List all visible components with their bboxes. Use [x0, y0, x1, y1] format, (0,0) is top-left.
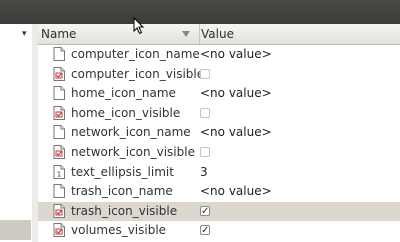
expander-icon[interactable]: ▾ — [22, 29, 27, 39]
key-name: volumes_visible — [71, 223, 167, 238]
directory-tree-pane[interactable]: ▾ — [0, 24, 33, 242]
window-title-bar — [0, 0, 400, 24]
key-name: network_icon_name — [71, 125, 191, 140]
key-row[interactable]: computer_icon_visible — [38, 65, 400, 84]
boolean-key-icon — [53, 66, 65, 81]
key-name: trash_icon_visible — [71, 203, 178, 218]
key-name: home_icon_name — [71, 86, 176, 101]
key-name: computer_icon_visible — [71, 66, 205, 81]
column-header-value[interactable]: Value — [200, 24, 397, 44]
boolean-key-icon — [53, 203, 65, 218]
key-name: home_icon_visible — [71, 105, 181, 120]
boolean-key-icon — [53, 145, 65, 159]
key-row[interactable]: home_icon_visible — [38, 104, 400, 123]
key-row[interactable]: network_icon_name <no value> — [38, 123, 400, 142]
key-row[interactable]: computer_icon_name <no value> — [38, 45, 400, 64]
key-value[interactable]: <no value> — [200, 84, 272, 103]
selected-directory-row[interactable] — [0, 220, 31, 240]
list-header: Name Value — [38, 24, 400, 45]
key-name: network_icon_visible — [71, 145, 195, 159]
integer-key-icon: 1 — [53, 164, 65, 179]
key-row[interactable]: network_icon_visible — [38, 143, 400, 162]
svg-text:1: 1 — [57, 170, 61, 178]
key-name: text_ellipsis_limit — [71, 164, 174, 179]
string-key-icon — [53, 47, 65, 61]
key-row[interactable]: trash_icon_visible ✓ — [38, 201, 400, 221]
string-key-icon — [53, 125, 65, 140]
key-row[interactable]: 1 text_ellipsis_limit 3 — [38, 163, 400, 182]
value-checkbox[interactable] — [200, 107, 210, 118]
keys-list[interactable]: Name Value computer_icon_name <no value> c… — [32, 24, 400, 242]
value-checkbox[interactable]: ✓ — [200, 225, 210, 236]
string-key-icon — [53, 184, 65, 199]
value-checkbox[interactable] — [200, 147, 210, 157]
string-key-icon — [53, 86, 65, 101]
key-value[interactable]: <no value> — [200, 45, 272, 64]
sort-descending-icon[interactable] — [182, 31, 190, 37]
boolean-key-icon — [53, 105, 65, 120]
key-name: computer_icon_name — [71, 47, 200, 61]
boolean-key-icon — [53, 223, 65, 238]
key-name: trash_icon_name — [71, 184, 173, 199]
key-value[interactable]: 3 — [200, 163, 208, 182]
key-row[interactable]: trash_icon_name <no value> — [38, 182, 400, 201]
key-row[interactable]: home_icon_name <no value> — [38, 84, 400, 103]
value-checkbox[interactable]: ✓ — [200, 205, 210, 216]
key-value[interactable]: <no value> — [200, 182, 272, 201]
key-value[interactable]: <no value> — [200, 123, 272, 142]
mouse-cursor-icon — [133, 17, 145, 35]
column-header-name[interactable]: Name — [38, 24, 200, 44]
value-checkbox[interactable] — [200, 68, 210, 79]
key-row[interactable]: volumes_visible ✓ — [38, 221, 400, 240]
